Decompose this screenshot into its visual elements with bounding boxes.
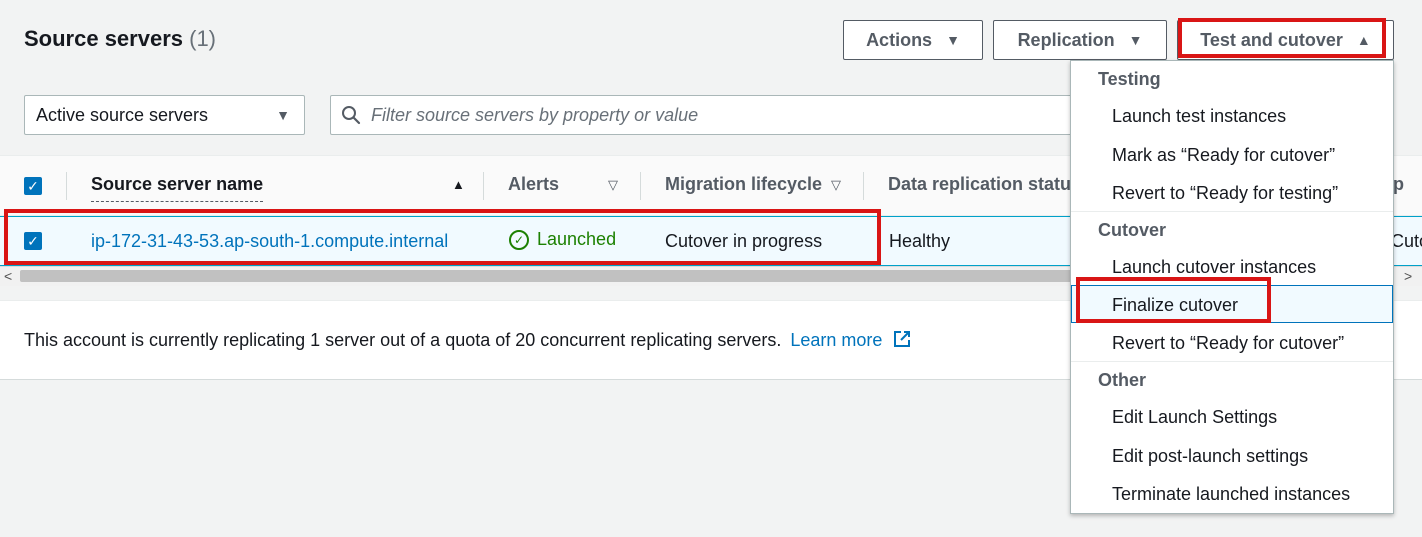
caret-up-icon: ▲ (1356, 32, 1371, 48)
actions-button-label: Actions (866, 29, 933, 50)
menu-group-testing: Testing (1098, 69, 1161, 89)
menu-group-cutover: Cutover (1098, 220, 1167, 240)
alert-status: ✓ Launched (509, 229, 616, 250)
select-all-checkbox[interactable]: ✓ (24, 177, 42, 195)
success-check-icon: ✓ (509, 229, 529, 250)
server-count: (1) (189, 26, 217, 51)
column-header-replication[interactable]: Data replication status (888, 174, 1081, 195)
menu-item-edit-launch-settings[interactable]: Edit Launch Settings (1112, 407, 1277, 428)
quota-info-text: This account is currently replicating 1 … (24, 330, 782, 350)
scroll-left-icon[interactable]: < (4, 268, 12, 284)
actions-button[interactable]: Actions ▼ (843, 20, 983, 60)
page-title: Source servers (1) (24, 26, 216, 52)
menu-group-other: Other (1098, 370, 1147, 390)
menu-item-revert-ready-for-cutover[interactable]: Revert to “Ready for cutover” (1112, 333, 1344, 354)
quota-info: This account is currently replicating 1 … (24, 330, 911, 351)
search-icon (342, 106, 361, 125)
lifecycle-cell: Cutover in progress (665, 231, 823, 251)
column-header-name[interactable]: Source server name (91, 174, 264, 202)
server-status-select-value: Active source servers (36, 104, 209, 125)
menu-item-launch-cutover-instances[interactable]: Launch cutover instances (1112, 257, 1316, 278)
sort-ascending-icon[interactable]: ▲ (452, 177, 465, 192)
menu-item-terminate-launched-instances[interactable]: Terminate launched instances (1112, 484, 1350, 505)
replication-button-label: Replication (1017, 29, 1115, 50)
column-divider (863, 172, 864, 200)
test-and-cutover-menu: Testing Launch test instances Mark as “R… (1070, 60, 1394, 514)
test-and-cutover-button-label: Test and cutover (1200, 29, 1343, 50)
column-divider (640, 172, 641, 200)
filter-bar[interactable] (330, 95, 1090, 135)
replication-button[interactable]: Replication ▼ (993, 20, 1167, 60)
menu-divider (1071, 211, 1393, 212)
sort-icon[interactable]: ▽ (831, 177, 841, 193)
test-and-cutover-button[interactable]: Test and cutover ▲ (1177, 20, 1394, 60)
external-link-icon[interactable] (893, 330, 911, 348)
column-header-truncated[interactable]: p (1393, 174, 1404, 195)
learn-more-link[interactable]: Learn more (790, 330, 882, 350)
menu-item-finalize-cutover[interactable]: Finalize cutover (1112, 295, 1238, 316)
scroll-right-icon[interactable]: > (1404, 268, 1412, 284)
column-header-alerts[interactable]: Alerts (508, 174, 559, 195)
alert-status-text: Launched (537, 229, 617, 249)
menu-item-edit-post-launch-settings[interactable]: Edit post-launch settings (1112, 446, 1308, 467)
column-divider (483, 172, 484, 200)
truncated-cell: Cuto (1391, 231, 1422, 251)
sort-icon[interactable]: ▽ (608, 177, 618, 193)
column-divider (66, 172, 67, 200)
caret-down-icon: ▼ (1128, 32, 1143, 48)
row-checkbox[interactable]: ✓ (24, 232, 42, 250)
caret-down-icon: ▼ (946, 32, 960, 48)
menu-item-revert-ready-for-testing[interactable]: Revert to “Ready for testing” (1112, 183, 1338, 204)
replication-status-cell: Healthy (889, 231, 951, 251)
column-header-lifecycle[interactable]: Migration lifecycle (665, 174, 822, 195)
server-name-link[interactable]: ip-172-31-43-53.ap-south-1.compute.inter… (91, 231, 448, 252)
filter-input[interactable] (371, 104, 1031, 126)
caret-down-icon: ▼ (276, 107, 290, 123)
menu-item-launch-test-instances[interactable]: Launch test instances (1112, 106, 1286, 127)
menu-item-mark-ready-for-cutover[interactable]: Mark as “Ready for cutover” (1112, 145, 1335, 166)
server-status-select[interactable]: Active source servers ▼ (24, 95, 305, 135)
page-title-text: Source servers (24, 26, 183, 51)
menu-divider (1071, 361, 1393, 362)
